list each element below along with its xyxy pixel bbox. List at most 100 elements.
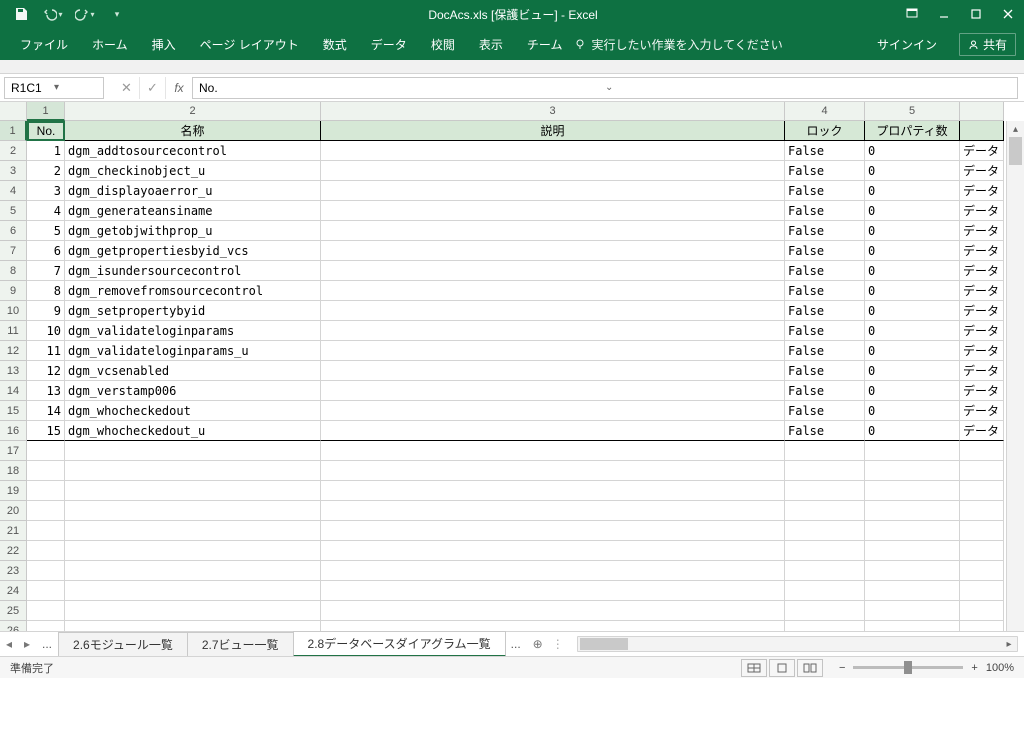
row-header[interactable]: 4 <box>0 181 27 201</box>
cell[interactable]: 14 <box>27 401 65 421</box>
cell[interactable] <box>321 181 785 201</box>
cell[interactable]: dgm_removefromsourcecontrol <box>65 281 321 301</box>
cell[interactable]: データ <box>960 341 1004 361</box>
row-header[interactable]: 6 <box>0 221 27 241</box>
cell[interactable] <box>27 461 65 481</box>
cell[interactable]: dgm_displayoaerror_u <box>65 181 321 201</box>
cell[interactable]: False <box>785 221 865 241</box>
row-header[interactable]: 21 <box>0 521 27 541</box>
formula-bar[interactable]: No.⌄ <box>192 77 1018 99</box>
cell[interactable]: False <box>785 301 865 321</box>
undo-icon[interactable]: ▾ <box>40 1 66 27</box>
view-pagelayout-icon[interactable] <box>769 659 795 677</box>
cell[interactable]: データ <box>960 181 1004 201</box>
cell[interactable] <box>785 601 865 621</box>
vertical-scrollbar[interactable]: ▴ ▾ <box>1006 121 1024 656</box>
new-sheet-icon[interactable]: ⊕ <box>527 637 549 651</box>
cell[interactable]: dgm_whocheckedout_u <box>65 421 321 441</box>
sheet-tab[interactable]: 2.7ビュー一覧 <box>187 632 294 656</box>
cell[interactable]: 0 <box>865 141 960 161</box>
cell[interactable]: データ <box>960 281 1004 301</box>
cell[interactable] <box>865 461 960 481</box>
cell[interactable]: データ <box>960 301 1004 321</box>
cell[interactable]: False <box>785 401 865 421</box>
view-normal-icon[interactable] <box>741 659 767 677</box>
tellme-input[interactable]: 実行したい作業を入力してください <box>574 36 782 53</box>
cell[interactable] <box>321 441 785 461</box>
zoom-level[interactable]: 100% <box>986 662 1014 674</box>
cell[interactable]: 名称 <box>65 121 321 141</box>
cell[interactable] <box>65 541 321 561</box>
cell[interactable]: 0 <box>865 261 960 281</box>
row-header[interactable]: 14 <box>0 381 27 401</box>
cell[interactable]: データ <box>960 201 1004 221</box>
cell[interactable]: データ <box>960 261 1004 281</box>
sheet-nav-last[interactable]: ... <box>505 637 527 651</box>
horizontal-scrollbar[interactable]: ▸ <box>577 636 1018 652</box>
row-header[interactable]: 18 <box>0 461 27 481</box>
row-header[interactable]: 23 <box>0 561 27 581</box>
cell[interactable]: dgm_getobjwithprop_u <box>65 221 321 241</box>
cell[interactable]: False <box>785 201 865 221</box>
close-icon[interactable] <box>992 0 1024 28</box>
cell[interactable]: 9 <box>27 301 65 321</box>
cell[interactable]: 6 <box>27 241 65 261</box>
cell[interactable]: False <box>785 381 865 401</box>
select-all-button[interactable] <box>0 102 27 121</box>
sheet-nav-prev-icon[interactable]: ◂ <box>0 637 18 651</box>
name-box[interactable]: R1C1▾ <box>4 77 104 99</box>
cell[interactable] <box>865 441 960 461</box>
cell[interactable]: 5 <box>27 221 65 241</box>
cell[interactable] <box>865 541 960 561</box>
share-button[interactable]: 共有 <box>959 33 1016 56</box>
cell[interactable] <box>321 401 785 421</box>
cell[interactable] <box>960 501 1004 521</box>
cell[interactable]: 0 <box>865 381 960 401</box>
cell[interactable]: 0 <box>865 321 960 341</box>
cell[interactable]: False <box>785 161 865 181</box>
tab-view[interactable]: 表示 <box>467 30 515 59</box>
cell[interactable]: 0 <box>865 361 960 381</box>
cell[interactable]: False <box>785 261 865 281</box>
cell[interactable] <box>960 541 1004 561</box>
cell[interactable] <box>865 521 960 541</box>
cell[interactable]: dgm_validateloginparams_u <box>65 341 321 361</box>
zoom-out-button[interactable]: − <box>839 662 845 674</box>
row-header[interactable]: 25 <box>0 601 27 621</box>
cell[interactable] <box>865 501 960 521</box>
cell[interactable] <box>65 481 321 501</box>
save-icon[interactable] <box>8 1 34 27</box>
cell[interactable]: 13 <box>27 381 65 401</box>
cell[interactable]: 0 <box>865 221 960 241</box>
cell[interactable] <box>785 441 865 461</box>
cell[interactable] <box>27 441 65 461</box>
cell[interactable] <box>321 361 785 381</box>
cell[interactable] <box>321 221 785 241</box>
cell[interactable]: ロック <box>785 121 865 141</box>
tab-insert[interactable]: 挿入 <box>140 30 188 59</box>
tab-home[interactable]: ホーム <box>80 30 140 59</box>
cell[interactable]: dgm_isundersourcecontrol <box>65 261 321 281</box>
row-header[interactable]: 20 <box>0 501 27 521</box>
chevron-down-icon[interactable]: ▾ <box>54 82 97 93</box>
row-header[interactable]: 16 <box>0 421 27 441</box>
row-header[interactable]: 13 <box>0 361 27 381</box>
cell[interactable]: 0 <box>865 421 960 441</box>
cell[interactable]: データ <box>960 401 1004 421</box>
maximize-icon[interactable] <box>960 0 992 28</box>
tab-file[interactable]: ファイル <box>8 30 80 59</box>
row-header[interactable]: 24 <box>0 581 27 601</box>
cell[interactable] <box>65 601 321 621</box>
cell[interactable]: False <box>785 421 865 441</box>
tab-splitter[interactable]: ⋮ <box>549 637 567 651</box>
row-header[interactable]: 17 <box>0 441 27 461</box>
cell[interactable]: 0 <box>865 281 960 301</box>
zoom-in-button[interactable]: + <box>971 662 977 674</box>
tab-team[interactable]: チーム <box>515 30 575 59</box>
cell[interactable]: dgm_verstamp006 <box>65 381 321 401</box>
fx-icon[interactable]: fx <box>166 81 192 95</box>
formula-expand-icon[interactable]: ⌄ <box>605 82 1011 93</box>
cell[interactable] <box>865 601 960 621</box>
cell[interactable] <box>27 521 65 541</box>
row-header[interactable]: 19 <box>0 481 27 501</box>
